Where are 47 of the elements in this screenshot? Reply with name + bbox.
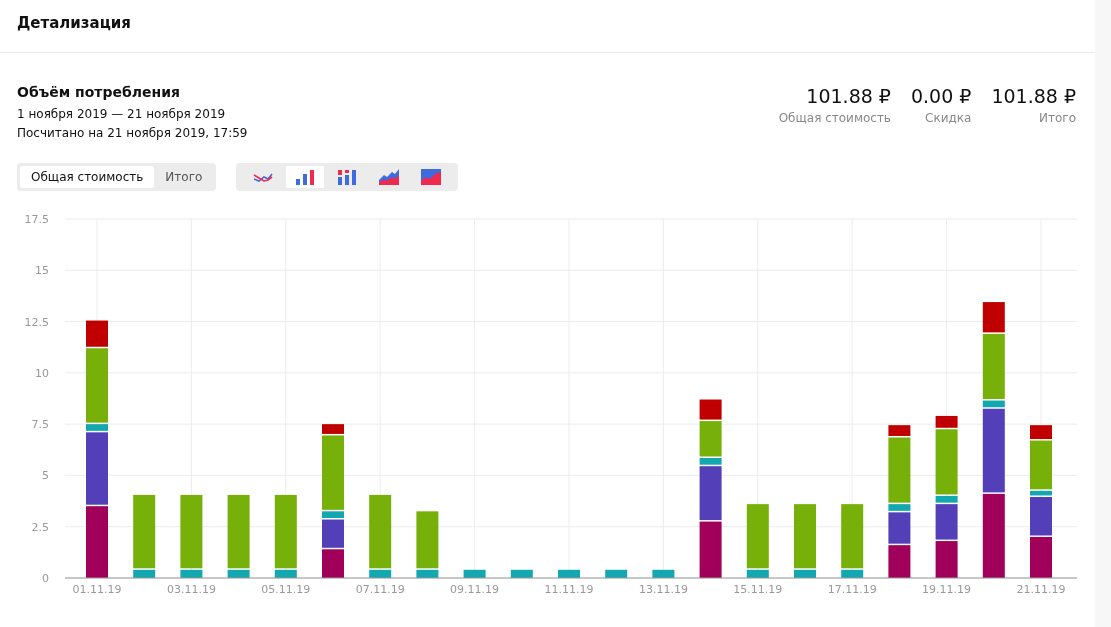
x-axis-label: 17.11.19 (827, 583, 877, 596)
x-axis-label: 03.11.19 (166, 583, 216, 596)
bar-chart-icon (295, 169, 316, 185)
total-value: 101.88 ₽ (806, 84, 891, 108)
bar-segment (652, 569, 675, 578)
bar-segment (888, 545, 911, 578)
x-axis-label: 21.11.19 (1016, 583, 1066, 596)
y-axis-label: 0 (42, 572, 49, 585)
y-axis-label: 12.5 (24, 315, 49, 329)
y-axis-label: 7.5 (31, 418, 49, 432)
x-axis-label: 05.11.19 (261, 583, 311, 596)
area-chart-icon (379, 169, 400, 185)
bar-segment (935, 541, 958, 578)
y-axis-label: 2.5 (31, 520, 49, 534)
y-axis-label: 15 (35, 264, 49, 278)
bar-segment (510, 569, 533, 578)
bar-segment (558, 569, 580, 578)
bar-segment (86, 506, 108, 578)
x-axis-label: 13.11.19 (638, 583, 688, 596)
x-axis-label: 09.11.19 (450, 583, 500, 596)
total-label: Общая стоимость (778, 111, 891, 125)
area-chart-icon (421, 169, 442, 185)
period-text: 1 ноября 2019 — 21 ноября 2019 (17, 106, 227, 123)
bar-segment (605, 569, 628, 578)
x-axis-label: 11.11.19 (544, 583, 594, 596)
bar-chart-button[interactable] (286, 166, 325, 188)
metric-tab[interactable]: Общая стоимость (20, 166, 155, 188)
calculated-text: Посчитано на 21 ноября 2019, 17:59 (17, 125, 248, 142)
total-value: 0.00 ₽ (910, 84, 972, 108)
x-axis-label: 19.11.19 (922, 583, 972, 596)
stacked-bar-chart-icon (337, 169, 358, 185)
y-axis-label: 10 (35, 366, 49, 380)
metric-tab[interactable]: Итого (154, 166, 214, 188)
y-axis-label: 17.5 (24, 213, 49, 226)
bar-segment (699, 521, 722, 578)
x-axis-label: 07.11.19 (355, 583, 405, 596)
page-title: Детализация (17, 14, 131, 32)
bar-segment (322, 549, 344, 578)
bar-segment (463, 569, 486, 578)
total-label: Скидка (925, 111, 972, 125)
x-axis-label: 15.11.19 (733, 583, 783, 596)
total-label: Итого (1039, 111, 1076, 125)
bar-segment (1030, 536, 1052, 578)
section-title: Объём потребления (17, 84, 181, 100)
total-value: 101.88 ₽ (991, 84, 1076, 108)
y-axis-label: 5 (42, 469, 49, 483)
x-axis-label: 01.11.19 (72, 583, 122, 596)
